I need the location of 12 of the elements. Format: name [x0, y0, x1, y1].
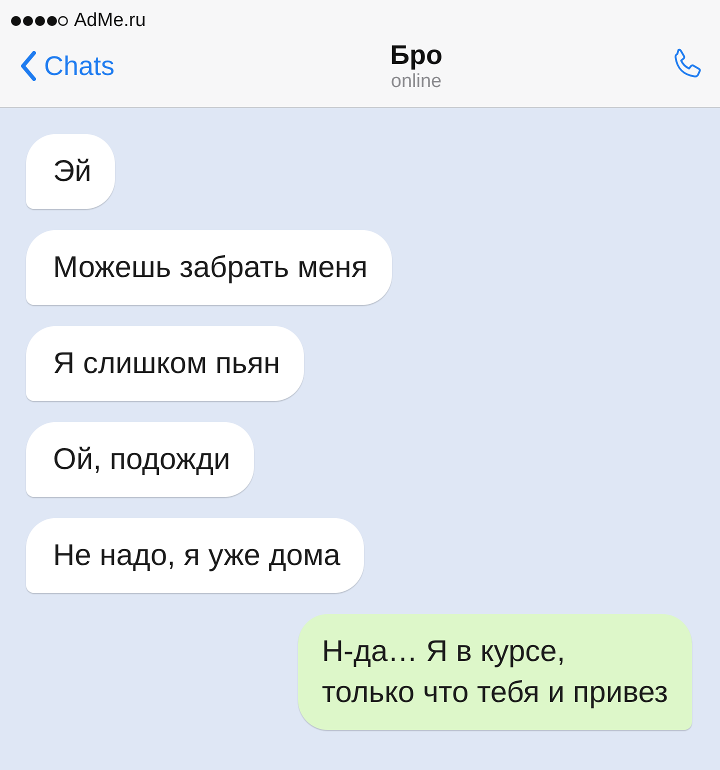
- sent-message: Н-да… Я в курсе, только что тебя и привез: [298, 614, 692, 730]
- received-message: Я слишком пьян: [26, 326, 304, 401]
- back-button[interactable]: Chats: [20, 50, 115, 82]
- contact-status: online: [390, 70, 442, 92]
- received-message: Эй: [26, 134, 116, 209]
- received-message: Можешь забрать меня: [26, 230, 392, 305]
- carrier-name: AdMe.ru: [74, 10, 146, 32]
- contact-name: Бро: [390, 40, 442, 70]
- received-message: Ой, подожди: [26, 422, 254, 497]
- received-message: Не надо, я уже дома: [26, 518, 364, 593]
- signal-icon: [10, 15, 68, 27]
- chevron-left-icon: [20, 51, 36, 81]
